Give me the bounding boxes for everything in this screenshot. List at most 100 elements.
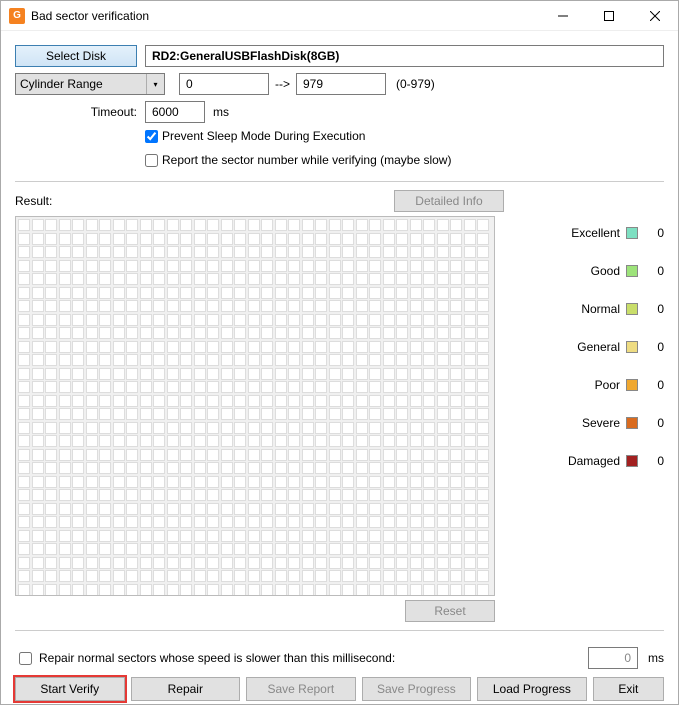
grid-cell <box>167 246 179 258</box>
grid-cell <box>261 246 273 258</box>
exit-button[interactable]: Exit <box>593 677 664 701</box>
grid-cell <box>221 489 233 501</box>
grid-cell <box>275 233 287 245</box>
grid-cell <box>423 314 435 326</box>
grid-cell <box>464 543 476 555</box>
grid-cell <box>18 422 30 434</box>
grid-cell <box>423 422 435 434</box>
minimize-button[interactable] <box>540 1 586 31</box>
grid-cell <box>45 476 57 488</box>
grid-cell <box>288 300 300 312</box>
grid-cell <box>383 287 395 299</box>
grid-cell <box>86 368 98 380</box>
grid-cell <box>275 530 287 542</box>
grid-cell <box>32 314 44 326</box>
repair-button[interactable]: Repair <box>131 677 241 701</box>
select-disk-button[interactable]: Select Disk <box>15 45 137 67</box>
grid-cell <box>450 476 462 488</box>
grid-cell <box>275 584 287 596</box>
grid-cell <box>275 516 287 528</box>
grid-cell <box>275 368 287 380</box>
grid-cell <box>207 246 219 258</box>
grid-cell <box>464 476 476 488</box>
legend-label: Good <box>591 264 620 278</box>
grid-cell <box>18 395 30 407</box>
repair-slow-checkbox[interactable] <box>19 652 32 665</box>
grid-cell <box>18 287 30 299</box>
grid-cell <box>248 435 260 447</box>
grid-cell <box>234 341 246 353</box>
grid-cell <box>207 287 219 299</box>
grid-cell <box>410 449 422 461</box>
grid-cell <box>45 435 57 447</box>
grid-cell <box>113 476 125 488</box>
grid-cell <box>18 341 30 353</box>
grid-cell <box>356 219 368 231</box>
prevent-sleep-checkbox[interactable] <box>145 130 158 143</box>
grid-cell <box>234 543 246 555</box>
grid-cell <box>126 503 138 515</box>
grid-cell <box>302 435 314 447</box>
grid-cell <box>383 381 395 393</box>
grid-cell <box>261 530 273 542</box>
grid-cell <box>32 219 44 231</box>
grid-cell <box>32 476 44 488</box>
grid-cell <box>221 246 233 258</box>
grid-cell <box>423 462 435 474</box>
grid-cell <box>477 354 489 366</box>
repair-slow-value[interactable] <box>588 647 638 669</box>
grid-cell <box>126 530 138 542</box>
grid-cell <box>18 476 30 488</box>
grid-cell <box>396 408 408 420</box>
timeout-input[interactable] <box>145 101 205 123</box>
grid-cell <box>194 395 206 407</box>
grid-cell <box>423 584 435 596</box>
grid-cell <box>167 503 179 515</box>
grid-cell <box>194 462 206 474</box>
legend-count: 0 <box>644 378 664 392</box>
maximize-button[interactable] <box>586 1 632 31</box>
grid-cell <box>410 273 422 285</box>
detailed-info-button[interactable]: Detailed Info <box>394 190 504 212</box>
save-report-button[interactable]: Save Report <box>246 677 356 701</box>
grid-cell <box>288 570 300 582</box>
reset-button[interactable]: Reset <box>405 600 495 622</box>
grid-cell <box>423 341 435 353</box>
grid-cell <box>113 462 125 474</box>
grid-cell <box>72 584 84 596</box>
report-sector-checkbox[interactable] <box>145 154 158 167</box>
legend-label: Damaged <box>568 454 620 468</box>
grid-cell <box>113 341 125 353</box>
grid-cell <box>153 341 165 353</box>
save-progress-button[interactable]: Save Progress <box>362 677 472 701</box>
load-progress-button[interactable]: Load Progress <box>477 677 587 701</box>
grid-cell <box>248 314 260 326</box>
close-button[interactable] <box>632 1 678 31</box>
grid-cell <box>356 300 368 312</box>
grid-cell <box>86 503 98 515</box>
grid-cell <box>167 300 179 312</box>
grid-cell <box>423 300 435 312</box>
grid-cell <box>437 557 449 569</box>
grid-cell <box>72 557 84 569</box>
grid-cell <box>18 246 30 258</box>
legend-row: Severe0 <box>507 416 664 430</box>
grid-cell <box>126 570 138 582</box>
cylinder-from-input[interactable] <box>179 73 269 95</box>
grid-cell <box>396 395 408 407</box>
grid-cell <box>329 516 341 528</box>
window-controls <box>540 1 678 31</box>
grid-cell <box>45 327 57 339</box>
start-verify-button[interactable]: Start Verify <box>15 677 125 701</box>
cylinder-to-input[interactable] <box>296 73 386 95</box>
grid-cell <box>329 476 341 488</box>
grid-cell <box>140 570 152 582</box>
grid-cell <box>437 489 449 501</box>
grid-cell <box>167 327 179 339</box>
grid-cell <box>369 462 381 474</box>
grid-cell <box>126 341 138 353</box>
grid-cell <box>32 287 44 299</box>
range-mode-combo[interactable]: Cylinder Range ▾ <box>15 73 165 95</box>
grid-cell <box>356 408 368 420</box>
grid-cell <box>383 246 395 258</box>
